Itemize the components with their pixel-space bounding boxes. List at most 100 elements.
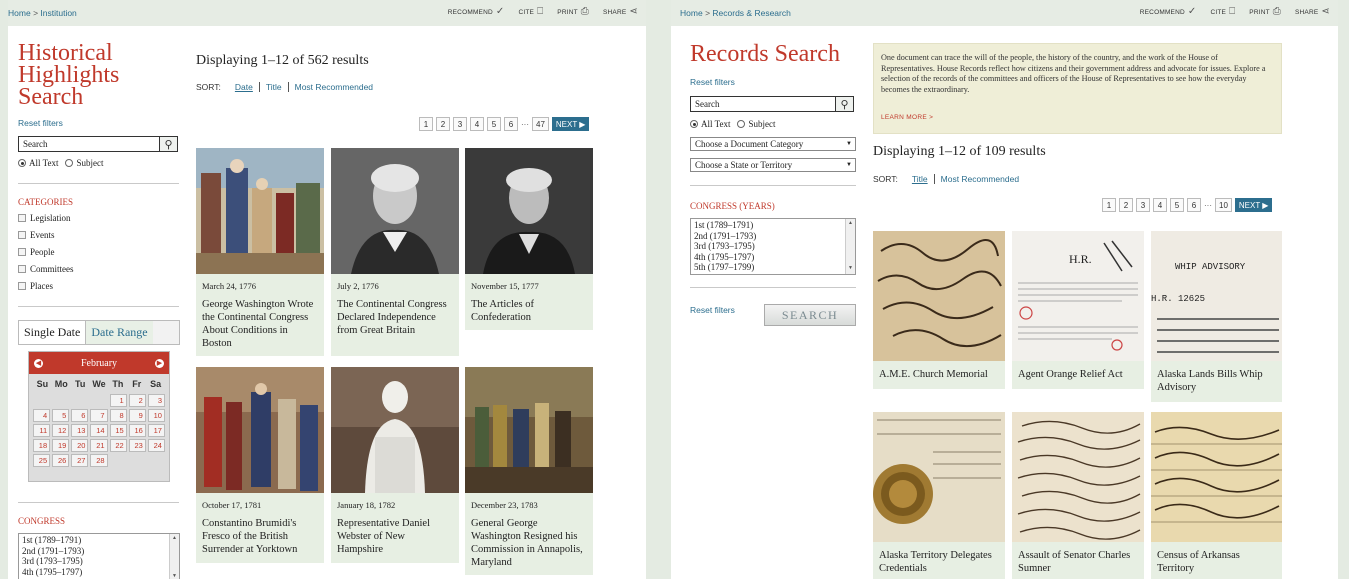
prev-month-icon[interactable]: ◀ bbox=[34, 358, 43, 368]
breadcrumb-home[interactable]: Home bbox=[680, 8, 703, 18]
reset-filters-link[interactable]: Reset filters bbox=[690, 77, 735, 87]
checkbox[interactable] bbox=[18, 247, 26, 256]
sort-option-title[interactable]: Title bbox=[260, 82, 288, 92]
sort-option-most-recommended[interactable]: Most Recommended bbox=[289, 82, 379, 92]
breadcrumb-current[interactable]: Institution bbox=[40, 8, 76, 18]
result-card[interactable]: July 2, 1776 The Continental Congress De… bbox=[331, 148, 459, 356]
result-card[interactable]: Alaska Territory Delegates Credentials bbox=[873, 412, 1005, 579]
calendar-day[interactable]: 1 bbox=[109, 394, 127, 407]
page-link[interactable]: 6 bbox=[1187, 198, 1201, 212]
calendar-day[interactable]: 15 bbox=[109, 424, 127, 437]
calendar-day[interactable]: 20 bbox=[71, 439, 89, 452]
cite-button[interactable]: CITE ⎕ bbox=[1210, 7, 1235, 17]
checkbox[interactable] bbox=[18, 213, 26, 222]
result-card[interactable]: H.R. Agent Orange Relief Act bbox=[1012, 231, 1144, 389]
page-link[interactable]: 4 bbox=[470, 117, 484, 131]
calendar-day[interactable]: 16 bbox=[128, 424, 146, 437]
breadcrumb-home[interactable]: Home bbox=[8, 8, 31, 18]
calendar-day[interactable]: 27 bbox=[71, 454, 89, 467]
result-card[interactable]: Census of Arkansas Territory bbox=[1151, 412, 1282, 579]
calendar-day[interactable]: 3 bbox=[147, 394, 165, 407]
result-card[interactable]: October 17, 1781 Constantino Brumidi's F… bbox=[196, 367, 324, 563]
checkbox[interactable] bbox=[18, 282, 26, 291]
cite-button[interactable]: CITE ⎕ bbox=[518, 7, 543, 17]
page-link[interactable]: 2 bbox=[436, 117, 450, 131]
card-title[interactable]: Census of Arkansas Territory bbox=[1157, 549, 1276, 575]
result-card[interactable]: WHIP ADVISORY H.R. 12625 Alaska Lands Bi… bbox=[1151, 231, 1282, 402]
calendar-day[interactable]: 28 bbox=[90, 454, 108, 467]
radio-all-text[interactable] bbox=[690, 120, 698, 128]
calendar-day[interactable]: 22 bbox=[109, 439, 127, 452]
card-title[interactable]: General George Washington Resigned his C… bbox=[471, 517, 587, 569]
card-title[interactable]: Assault of Senator Charles Sumner bbox=[1018, 549, 1138, 575]
card-title[interactable]: Alaska Lands Bills Whip Advisory bbox=[1157, 368, 1276, 394]
calendar-day[interactable]: 6 bbox=[71, 409, 89, 422]
congress-option[interactable]: 3rd (1793–1795) bbox=[694, 241, 852, 252]
next-page-button[interactable]: NEXT ▶ bbox=[551, 117, 590, 131]
print-button[interactable]: PRINT ⎙ bbox=[1249, 7, 1281, 17]
radio-subject[interactable] bbox=[65, 159, 74, 167]
card-title[interactable]: A.M.E. Church Memorial bbox=[879, 368, 999, 381]
next-month-icon[interactable]: ▶ bbox=[154, 358, 164, 368]
card-title[interactable]: Constantino Brumidi's Fresco of the Brit… bbox=[202, 517, 318, 556]
next-page-button[interactable]: NEXT ▶ bbox=[1234, 198, 1273, 212]
category-item[interactable]: People bbox=[18, 243, 74, 260]
breadcrumb-current[interactable]: Records & Research bbox=[712, 8, 790, 18]
calendar-day[interactable]: 4 bbox=[33, 409, 51, 422]
result-card[interactable]: March 24, 1776 George Washington Wrote t… bbox=[196, 148, 324, 356]
page-link[interactable]: 6 bbox=[504, 117, 518, 131]
calendar-day[interactable]: 25 bbox=[33, 454, 51, 467]
result-card[interactable]: A.M.E. Church Memorial bbox=[873, 231, 1005, 389]
calendar-day[interactable]: 19 bbox=[52, 439, 70, 452]
radio-subject[interactable] bbox=[737, 120, 746, 128]
page-link[interactable]: 1 bbox=[419, 117, 433, 131]
scrollbar[interactable] bbox=[169, 534, 179, 579]
calendar-day[interactable]: 7 bbox=[90, 409, 108, 422]
page-link[interactable]: 5 bbox=[1170, 198, 1184, 212]
share-button[interactable]: SHARE ⋖ bbox=[603, 7, 638, 17]
page-link-last[interactable]: 10 bbox=[1215, 198, 1232, 212]
calendar-day[interactable]: 2 bbox=[128, 394, 146, 407]
search-button[interactable]: ⚲ bbox=[835, 96, 854, 112]
calendar-day[interactable]: 9 bbox=[128, 409, 146, 422]
congress-option[interactable]: 1st (1789–1791) bbox=[22, 535, 176, 546]
search-input[interactable]: Search bbox=[690, 96, 836, 112]
search-input[interactable]: Search bbox=[18, 136, 160, 152]
calendar-day[interactable]: 8 bbox=[109, 409, 127, 422]
page-link-last[interactable]: 47 bbox=[532, 117, 549, 131]
print-button[interactable]: PRINT ⎙ bbox=[557, 7, 589, 17]
page-link[interactable]: 1 bbox=[1102, 198, 1116, 212]
congress-listbox[interactable]: 1st (1789–1791) 2nd (1791–1793) 3rd (179… bbox=[690, 218, 856, 275]
congress-option[interactable]: 5th (1797–1799) bbox=[694, 262, 852, 273]
category-item[interactable]: Places bbox=[18, 278, 74, 295]
result-card[interactable]: January 18, 1782 Representative Daniel W… bbox=[331, 367, 459, 563]
calendar-day[interactable]: 18 bbox=[33, 439, 51, 452]
sort-option-most-recommended[interactable]: Most Recommended bbox=[935, 174, 1025, 184]
calendar-day[interactable]: 14 bbox=[90, 424, 108, 437]
calendar-day[interactable]: 26 bbox=[52, 454, 70, 467]
congress-option[interactable]: 2nd (1791–1793) bbox=[22, 546, 176, 557]
share-button[interactable]: SHARE ⋖ bbox=[1295, 7, 1330, 17]
calendar-day[interactable]: 12 bbox=[52, 424, 70, 437]
result-card[interactable]: Assault of Senator Charles Sumner bbox=[1012, 412, 1144, 579]
tab-date-range[interactable]: Date Range bbox=[86, 321, 153, 344]
congress-option[interactable]: 4th (1795–1797) bbox=[22, 567, 176, 578]
page-link[interactable]: 3 bbox=[453, 117, 467, 131]
result-card[interactable]: November 15, 1777 The Articles of Confed… bbox=[465, 148, 593, 330]
congress-option[interactable]: 4th (1795–1797) bbox=[694, 252, 852, 263]
search-submit-button[interactable]: SEARCH bbox=[764, 304, 856, 326]
calendar-day[interactable]: 11 bbox=[33, 424, 51, 437]
card-title[interactable]: The Articles of Confederation bbox=[471, 298, 587, 324]
card-title[interactable]: Agent Orange Relief Act bbox=[1018, 368, 1138, 381]
scrollbar[interactable] bbox=[845, 219, 855, 274]
congress-option[interactable]: 3rd (1793–1795) bbox=[22, 556, 176, 567]
recommend-button[interactable]: RECOMMEND ✓ bbox=[448, 7, 505, 17]
category-item[interactable]: Legislation bbox=[18, 209, 74, 226]
card-title[interactable]: Representative Daniel Webster of New Ham… bbox=[337, 517, 453, 556]
card-title[interactable]: George Washington Wrote the Continental … bbox=[202, 298, 318, 350]
checkbox[interactable] bbox=[18, 265, 26, 274]
search-button[interactable]: ⚲ bbox=[159, 136, 178, 152]
state-territory-select[interactable]: Choose a State or Territory ▼ bbox=[690, 158, 856, 172]
page-link[interactable]: 3 bbox=[1136, 198, 1150, 212]
congress-option[interactable]: 1st (1789–1791) bbox=[694, 220, 852, 231]
